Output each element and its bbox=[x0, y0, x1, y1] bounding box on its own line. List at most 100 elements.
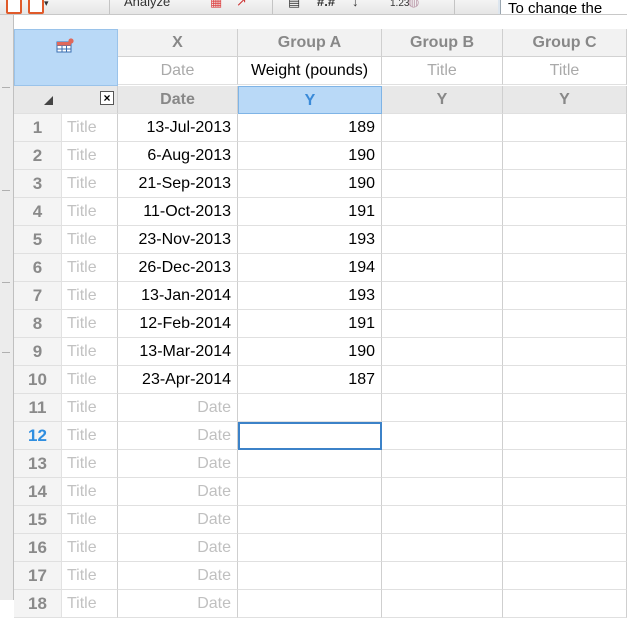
x-date-cell[interactable]: Date bbox=[118, 562, 238, 590]
decimal-format-icon[interactable]: 1.23 bbox=[390, 0, 409, 9]
x-date-cell[interactable]: Date bbox=[118, 478, 238, 506]
row-number[interactable]: 15 bbox=[14, 506, 62, 534]
graph-icon[interactable]: ▦ bbox=[210, 0, 222, 10]
y-value-cell[interactable] bbox=[382, 366, 503, 394]
y-value-cell[interactable] bbox=[503, 366, 627, 394]
row-title[interactable]: Title bbox=[62, 282, 118, 310]
row-title[interactable]: Title bbox=[62, 422, 118, 450]
row-number[interactable]: 16 bbox=[14, 534, 62, 562]
y-value-cell[interactable] bbox=[238, 478, 382, 506]
column-subtitle-group-b[interactable]: Title bbox=[382, 57, 503, 85]
column-type-group-c[interactable]: Y bbox=[503, 86, 627, 114]
y-value-cell[interactable] bbox=[503, 254, 627, 282]
row-number[interactable]: 1 bbox=[14, 114, 62, 142]
sort-down-icon[interactable]: ↓ bbox=[352, 0, 359, 9]
row-title[interactable]: Title bbox=[62, 170, 118, 198]
table-settings-icon[interactable] bbox=[56, 38, 74, 53]
new-data-table-icon[interactable] bbox=[28, 0, 44, 14]
column-header-x[interactable]: X bbox=[118, 29, 238, 57]
y-value-cell[interactable] bbox=[382, 198, 503, 226]
row-title[interactable]: Title bbox=[62, 590, 118, 618]
y-value-cell[interactable] bbox=[238, 450, 382, 478]
row-number[interactable]: 2 bbox=[14, 142, 62, 170]
x-date-cell[interactable]: Date bbox=[118, 590, 238, 618]
y-value-cell[interactable] bbox=[238, 590, 382, 618]
y-value-cell[interactable] bbox=[503, 422, 627, 450]
y-value-cell[interactable] bbox=[503, 310, 627, 338]
y-value-cell[interactable] bbox=[382, 142, 503, 170]
y-value-cell[interactable] bbox=[382, 114, 503, 142]
y-value-cell[interactable]: 189 bbox=[238, 114, 382, 142]
row-title[interactable]: Title bbox=[62, 506, 118, 534]
row-title[interactable]: Title bbox=[62, 534, 118, 562]
y-value-cell[interactable] bbox=[382, 394, 503, 422]
y-value-cell[interactable]: 190 bbox=[238, 142, 382, 170]
row-number[interactable]: 7 bbox=[14, 282, 62, 310]
column-header-group-a[interactable]: Group A bbox=[238, 29, 382, 57]
close-icon[interactable]: × bbox=[100, 91, 114, 105]
x-date-cell[interactable]: 13-Jan-2014 bbox=[118, 282, 238, 310]
row-number[interactable]: 3 bbox=[14, 170, 62, 198]
y-value-cell[interactable] bbox=[503, 198, 627, 226]
y-value-cell[interactable] bbox=[382, 338, 503, 366]
row-title[interactable]: Title bbox=[62, 394, 118, 422]
row-number[interactable]: 17 bbox=[14, 562, 62, 590]
y-value-cell[interactable] bbox=[503, 170, 627, 198]
x-date-cell[interactable]: Date bbox=[118, 534, 238, 562]
row-number[interactable]: 5 bbox=[14, 226, 62, 254]
x-date-cell[interactable]: 11-Oct-2013 bbox=[118, 198, 238, 226]
row-title[interactable]: Title bbox=[62, 142, 118, 170]
y-value-cell[interactable] bbox=[503, 478, 627, 506]
resize-handle-icon[interactable] bbox=[44, 96, 53, 105]
new-sheet-icon[interactable] bbox=[6, 0, 22, 14]
row-number[interactable]: 14 bbox=[14, 478, 62, 506]
y-value-cell[interactable]: 191 bbox=[238, 198, 382, 226]
x-date-cell[interactable]: Date bbox=[118, 450, 238, 478]
row-title[interactable]: Title bbox=[62, 226, 118, 254]
y-value-cell[interactable] bbox=[382, 562, 503, 590]
y-value-cell[interactable] bbox=[382, 254, 503, 282]
row-number[interactable]: 6 bbox=[14, 254, 62, 282]
number-format-button[interactable]: #.# bbox=[317, 0, 335, 9]
row-number[interactable]: 18 bbox=[14, 590, 62, 618]
x-date-cell[interactable]: 26-Dec-2013 bbox=[118, 254, 238, 282]
row-title[interactable]: Title bbox=[62, 254, 118, 282]
y-value-cell[interactable]: 187 bbox=[238, 366, 382, 394]
x-date-cell[interactable]: 13-Mar-2014 bbox=[118, 338, 238, 366]
y-value-cell[interactable] bbox=[503, 506, 627, 534]
table-corner[interactable] bbox=[14, 29, 118, 86]
y-value-cell[interactable] bbox=[503, 534, 627, 562]
table-format-icon[interactable]: ▤ bbox=[288, 0, 300, 10]
y-value-cell[interactable] bbox=[503, 450, 627, 478]
x-date-cell[interactable]: 21-Sep-2013 bbox=[118, 170, 238, 198]
y-value-cell[interactable]: 194 bbox=[238, 254, 382, 282]
y-value-cell[interactable]: 190 bbox=[238, 338, 382, 366]
column-subtitle-x[interactable]: Date bbox=[118, 57, 238, 85]
column-header-group-c[interactable]: Group C bbox=[503, 29, 627, 57]
x-date-cell[interactable]: Date bbox=[118, 422, 238, 450]
x-date-cell[interactable]: 23-Apr-2014 bbox=[118, 366, 238, 394]
x-date-cell[interactable]: Date bbox=[118, 506, 238, 534]
color-wheel-icon[interactable]: ◍ bbox=[408, 0, 419, 10]
y-value-cell[interactable] bbox=[238, 394, 382, 422]
y-value-cell[interactable] bbox=[503, 338, 627, 366]
y-value-cell[interactable] bbox=[382, 590, 503, 618]
row-title[interactable]: Title bbox=[62, 310, 118, 338]
y-value-cell[interactable] bbox=[382, 282, 503, 310]
row-number[interactable]: 12 bbox=[14, 422, 62, 450]
wand-icon[interactable]: ↗ bbox=[236, 0, 247, 10]
y-value-cell[interactable] bbox=[382, 170, 503, 198]
y-value-cell[interactable] bbox=[238, 534, 382, 562]
row-title[interactable]: Title bbox=[62, 198, 118, 226]
column-subtitle-group-c[interactable]: Title bbox=[503, 57, 627, 85]
y-value-cell[interactable]: 191 bbox=[238, 310, 382, 338]
y-value-cell[interactable] bbox=[238, 422, 382, 450]
y-value-cell[interactable]: 193 bbox=[238, 282, 382, 310]
row-number[interactable]: 13 bbox=[14, 450, 62, 478]
column-type-group-b[interactable]: Y bbox=[382, 86, 503, 114]
y-value-cell[interactable] bbox=[238, 506, 382, 534]
column-header-group-b[interactable]: Group B bbox=[382, 29, 503, 57]
y-value-cell[interactable] bbox=[382, 506, 503, 534]
y-value-cell[interactable] bbox=[503, 226, 627, 254]
y-value-cell[interactable] bbox=[382, 310, 503, 338]
